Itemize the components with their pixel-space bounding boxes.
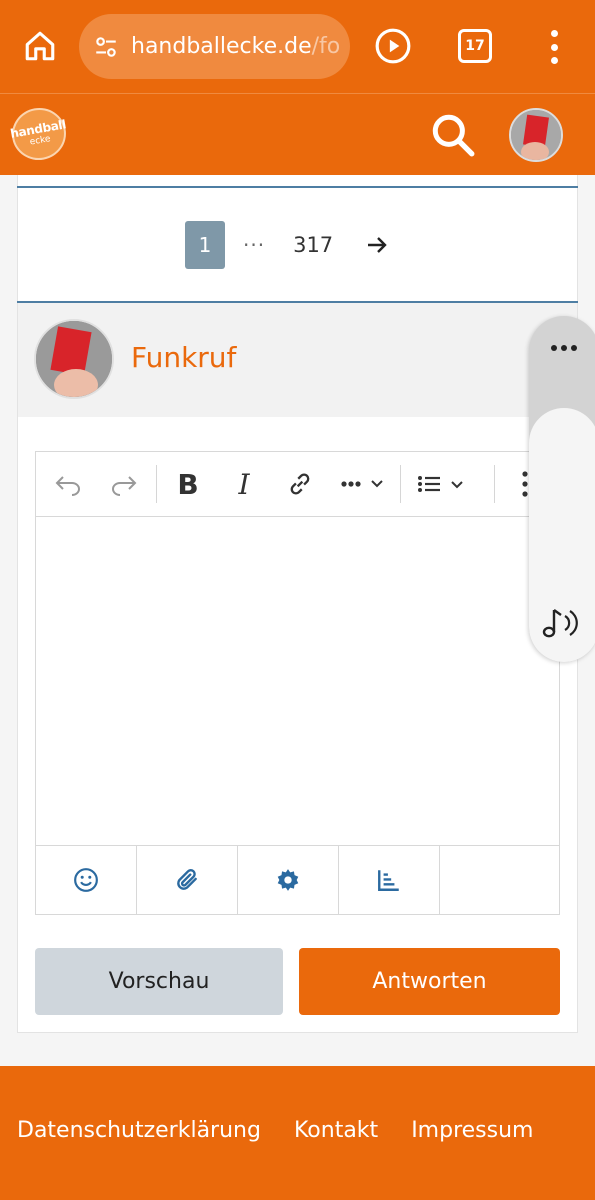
reply-username[interactable]: Funkruf xyxy=(131,341,236,374)
logo-text-bottom: ecke xyxy=(28,133,52,148)
url-path: /fo xyxy=(311,34,341,59)
footer-link-imprint[interactable]: Impressum xyxy=(411,1118,533,1143)
user-avatar[interactable] xyxy=(509,108,563,162)
italic-button[interactable]: I xyxy=(226,467,262,501)
reply-button[interactable]: Antworten xyxy=(299,948,560,1015)
arrow-right-icon[interactable] xyxy=(365,233,389,257)
reply-avatar[interactable] xyxy=(34,319,114,399)
toolbar-separator xyxy=(156,465,157,503)
more-formatting-dropdown[interactable] xyxy=(334,467,390,501)
site-settings-icon[interactable] xyxy=(93,34,119,60)
message-editor: B I xyxy=(35,451,560,915)
bold-button[interactable]: B xyxy=(170,467,206,501)
read-aloud-icon[interactable] xyxy=(541,602,585,642)
footer-link-privacy[interactable]: Datenschutzerklärung xyxy=(17,1118,261,1143)
editor-bottom-toolbar xyxy=(36,845,559,914)
attachment-icon[interactable] xyxy=(137,846,238,914)
emoji-icon[interactable] xyxy=(36,846,137,914)
pagination: 1 ··· 317 xyxy=(185,221,389,269)
browser-toolbar: handballecke.de/fo 17 xyxy=(0,0,595,93)
footer-links: Datenschutzerklärung Kontakt Impressum xyxy=(17,1118,533,1143)
footer-link-contact[interactable]: Kontakt xyxy=(294,1118,378,1143)
editor-text-area[interactable] xyxy=(36,518,559,845)
panel-inner xyxy=(529,408,595,662)
panel-more-icon[interactable] xyxy=(529,338,595,358)
address-bar[interactable]: handballecke.de/fo xyxy=(79,14,350,79)
list-dropdown[interactable] xyxy=(412,467,470,501)
tab-switcher-button[interactable]: 17 xyxy=(458,29,492,63)
redo-icon[interactable] xyxy=(106,467,142,501)
page-current[interactable]: 1 xyxy=(185,221,225,269)
url-text: handballecke.de/fo xyxy=(131,34,340,59)
reply-header: Funkruf xyxy=(18,303,577,417)
divider xyxy=(17,186,578,188)
overflow-menu-icon[interactable] xyxy=(546,30,562,64)
settings-icon[interactable] xyxy=(238,846,339,914)
empty-tool-slot xyxy=(440,846,559,914)
toolbar-separator xyxy=(494,465,495,503)
read-aloud-panel xyxy=(529,316,595,662)
undo-icon[interactable] xyxy=(50,467,86,501)
editor-toolbar: B I xyxy=(36,452,559,517)
page-last[interactable]: 317 xyxy=(293,233,333,257)
toolbar-separator xyxy=(400,465,401,503)
url-host: handballecke.de xyxy=(131,34,312,59)
search-icon[interactable] xyxy=(428,110,478,160)
page-ellipsis[interactable]: ··· xyxy=(243,233,265,257)
site-logo[interactable]: handball ecke xyxy=(7,103,71,165)
site-footer: Datenschutzerklärung Kontakt Impressum xyxy=(0,1066,595,1200)
preview-button[interactable]: Vorschau xyxy=(35,948,283,1015)
link-icon[interactable] xyxy=(282,467,318,501)
home-icon[interactable] xyxy=(20,26,60,66)
site-header: handball ecke xyxy=(0,93,595,175)
play-icon[interactable] xyxy=(374,27,412,65)
poll-icon[interactable] xyxy=(339,846,440,914)
